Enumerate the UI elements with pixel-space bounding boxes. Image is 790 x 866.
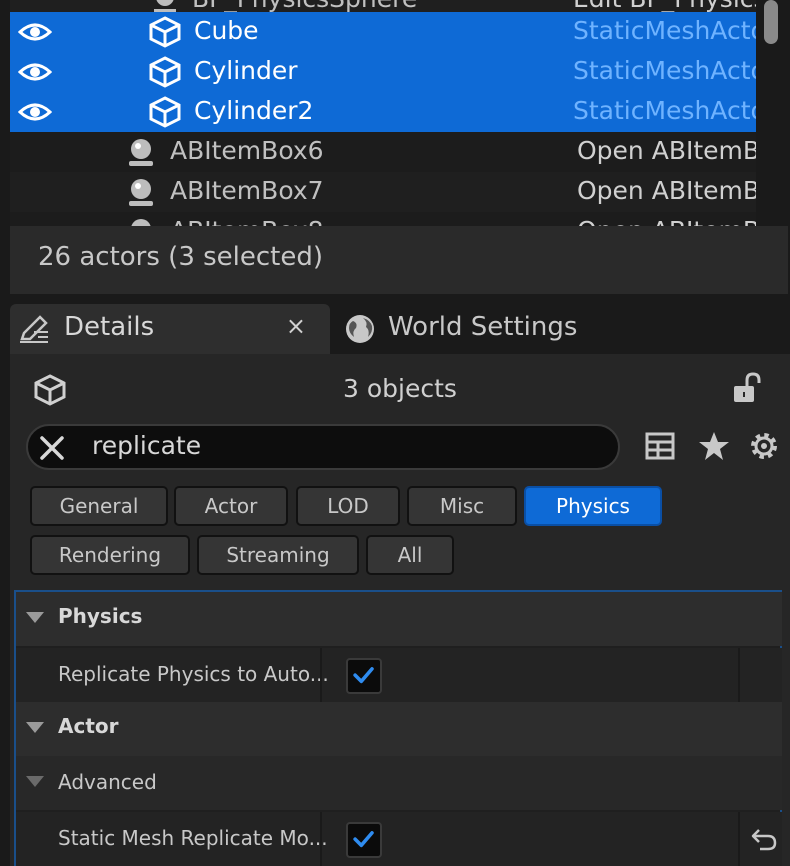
filter-actor[interactable]: Actor	[174, 486, 288, 526]
outliner-row[interactable]: ABItemBox7 Open ABItemBox	[10, 172, 756, 212]
tab-world-settings[interactable]: World Settings	[334, 304, 790, 354]
details-panel: 3 objects replicate General Actor LOD Mi…	[10, 354, 790, 866]
subcategory-label: Advanced	[58, 770, 157, 794]
actor-name: ABItemBox8	[170, 216, 324, 226]
static-mesh-icon	[149, 56, 181, 88]
property-label: Static Mesh Replicate Mo...	[58, 826, 328, 850]
tab-details-label: Details	[64, 312, 155, 342]
scene-outliner: BP_PhysicsSphere Edit BP_PhysicsSphere C…	[10, 0, 756, 226]
close-tab-icon[interactable]: ×	[286, 312, 306, 340]
panel-tab-bar: Details × World Settings	[0, 294, 790, 356]
clear-search-icon[interactable]	[38, 434, 66, 462]
visibility-eye-icon[interactable]	[18, 60, 52, 84]
visibility-eye-icon[interactable]	[18, 20, 52, 44]
static-mesh-replicate-checkbox[interactable]	[346, 822, 382, 858]
expand-arrow-icon[interactable]	[26, 776, 44, 787]
actor-name: Cylinder	[194, 56, 298, 85]
property-row: Replicate Physics to Auto...	[16, 648, 782, 702]
actor-type: StaticMeshActor	[573, 96, 756, 125]
replicate-physics-checkbox[interactable]	[346, 658, 382, 694]
tab-world-settings-label: World Settings	[388, 312, 578, 342]
filter-physics[interactable]: Physics	[524, 486, 662, 526]
property-search-box[interactable]: replicate	[26, 424, 620, 470]
settings-gear-icon[interactable]	[748, 430, 780, 462]
outliner-scrollbar[interactable]	[764, 0, 778, 44]
table-view-icon[interactable]	[644, 430, 676, 462]
column-divider	[738, 648, 740, 702]
static-mesh-icon	[149, 96, 181, 128]
reset-to-default-icon[interactable]	[750, 826, 778, 852]
expand-arrow-icon[interactable]	[26, 612, 44, 623]
actor-icon	[131, 219, 151, 226]
static-mesh-icon	[149, 16, 181, 48]
outliner-row[interactable]: ABItemBox8 Open ABItemBox	[10, 212, 756, 226]
actor-type: StaticMeshActor	[573, 16, 756, 45]
category-label: Physics	[58, 604, 143, 628]
favorites-star-icon[interactable]	[698, 430, 730, 462]
unlock-icon[interactable]	[732, 372, 762, 404]
category-physics[interactable]: Physics	[16, 592, 782, 646]
outliner-row[interactable]: Cylinder2 StaticMeshActor	[10, 92, 756, 132]
actor-name: Cylinder2	[194, 96, 314, 125]
outliner-status-bar: 26 actors (3 selected)	[10, 226, 788, 294]
actor-icon	[129, 139, 153, 166]
filter-general[interactable]: General	[30, 486, 168, 526]
filter-all[interactable]: All	[366, 535, 454, 575]
actor-type-link[interactable]: Open ABItemBox	[577, 216, 756, 226]
filter-streaming[interactable]: Streaming	[197, 535, 359, 575]
outliner-row[interactable]: Cylinder StaticMeshActor	[10, 52, 756, 92]
expand-arrow-icon[interactable]	[26, 722, 44, 733]
property-label: Replicate Physics to Auto...	[58, 662, 329, 686]
category-label: Actor	[58, 714, 119, 738]
actor-type: StaticMeshActor	[573, 56, 756, 85]
filter-rendering[interactable]: Rendering	[30, 535, 190, 575]
tab-details[interactable]: Details ×	[10, 304, 330, 354]
actor-name: Cube	[194, 16, 259, 45]
column-divider	[738, 812, 740, 866]
column-divider[interactable]	[320, 812, 322, 866]
filter-misc[interactable]: Misc	[407, 486, 517, 526]
actor-count-text: 26 actors (3 selected)	[38, 242, 324, 272]
visibility-eye-icon[interactable]	[18, 100, 52, 124]
actor-name: ABItemBox7	[170, 176, 324, 205]
globe-icon	[346, 315, 374, 343]
category-actor[interactable]: Actor	[16, 702, 782, 756]
subcategory-advanced[interactable]: Advanced	[16, 756, 782, 810]
filter-lod[interactable]: LOD	[296, 486, 400, 526]
selected-object-count: 3 objects	[343, 374, 457, 403]
checkmark-icon	[353, 831, 374, 848]
actor-icon	[129, 179, 153, 206]
actor-name: ABItemBox6	[170, 136, 324, 165]
actor-type-link[interactable]: Open ABItemBox	[577, 136, 756, 165]
search-input[interactable]: replicate	[92, 431, 201, 460]
property-list: Physics Replicate Physics to Auto... Act…	[14, 590, 782, 866]
outliner-row[interactable]: ABItemBox6 Open ABItemBox	[10, 132, 756, 172]
column-divider[interactable]	[320, 648, 322, 702]
details-pencil-icon	[20, 315, 48, 343]
actor-type-link[interactable]: Open ABItemBox	[577, 176, 756, 205]
checkmark-icon	[353, 667, 374, 684]
outliner-row[interactable]: Cube StaticMeshActor	[10, 12, 756, 52]
property-row: Static Mesh Replicate Mo...	[16, 812, 782, 866]
